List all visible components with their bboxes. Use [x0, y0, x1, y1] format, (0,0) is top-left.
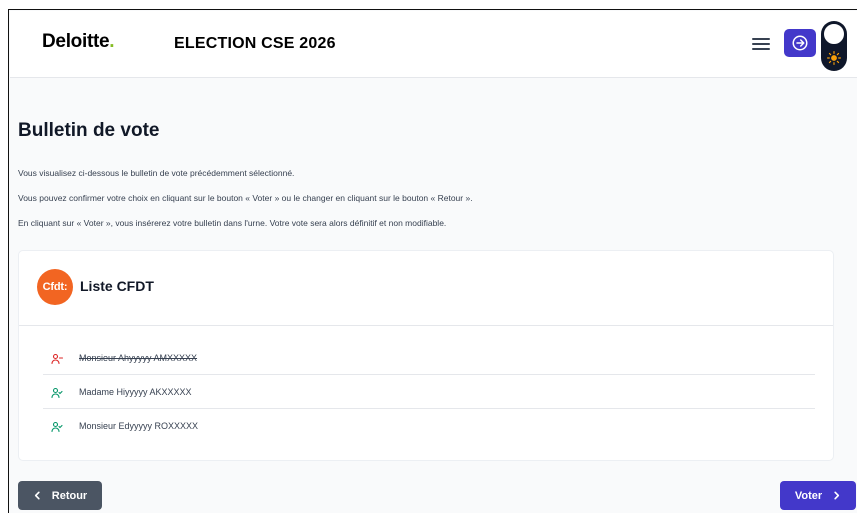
user-removed-icon [51, 353, 63, 365]
app-title: ELECTION CSE 2026 [174, 35, 336, 52]
info-text-2: Vous pouvez confirmer votre choix en cli… [18, 193, 473, 203]
cfdt-logo: Cfdt: [37, 269, 73, 305]
top-header: Deloitte. ELECTION CSE 2026 [10, 11, 857, 78]
back-button[interactable]: Retour [18, 481, 102, 510]
hamburger-menu-icon[interactable] [752, 36, 772, 52]
info-text-1: Vous visualisez ci-dessous le bulletin d… [18, 168, 295, 178]
candidate-name: Madame Hiyyyyy AKXXXXX [79, 387, 192, 397]
candidate-row: Madame Hiyyyyy AKXXXXX [43, 376, 815, 409]
ballot-card-header: Cfdt: Liste CFDT [19, 251, 833, 326]
chevron-left-icon [34, 491, 40, 500]
candidate-row: Monsieur Edyyyyy ROXXXXX [43, 410, 815, 443]
app-window: Deloitte. ELECTION CSE 2026 Bulletin de … [8, 9, 857, 513]
user-icon [51, 421, 63, 433]
candidate-row: Monsieur Ahyyyyy AMXXXXX [43, 342, 815, 375]
info-text-3: En cliquant sur « Voter », vous insérere… [18, 218, 447, 228]
candidate-name: Monsieur Ahyyyyy AMXXXXX [79, 353, 198, 363]
page-title: Bulletin de vote [18, 120, 160, 141]
ballot-card: Cfdt: Liste CFDT Monsieur Ahyyyyy AMXXXX… [18, 250, 834, 461]
deloitte-logo: Deloitte. [42, 31, 115, 52]
vote-button[interactable]: Voter [780, 481, 856, 510]
list-name: Liste CFDT [80, 278, 154, 294]
theme-toggle[interactable] [821, 21, 847, 71]
login-button[interactable] [784, 29, 816, 57]
sun-icon [827, 51, 841, 65]
back-button-label: Retour [51, 489, 88, 502]
chevron-right-icon [834, 491, 840, 500]
user-icon [51, 387, 63, 399]
candidate-name: Monsieur Edyyyyy ROXXXXX [79, 421, 199, 431]
toggle-knob [823, 23, 845, 45]
vote-button-label: Voter [794, 489, 823, 502]
login-icon [792, 35, 808, 51]
